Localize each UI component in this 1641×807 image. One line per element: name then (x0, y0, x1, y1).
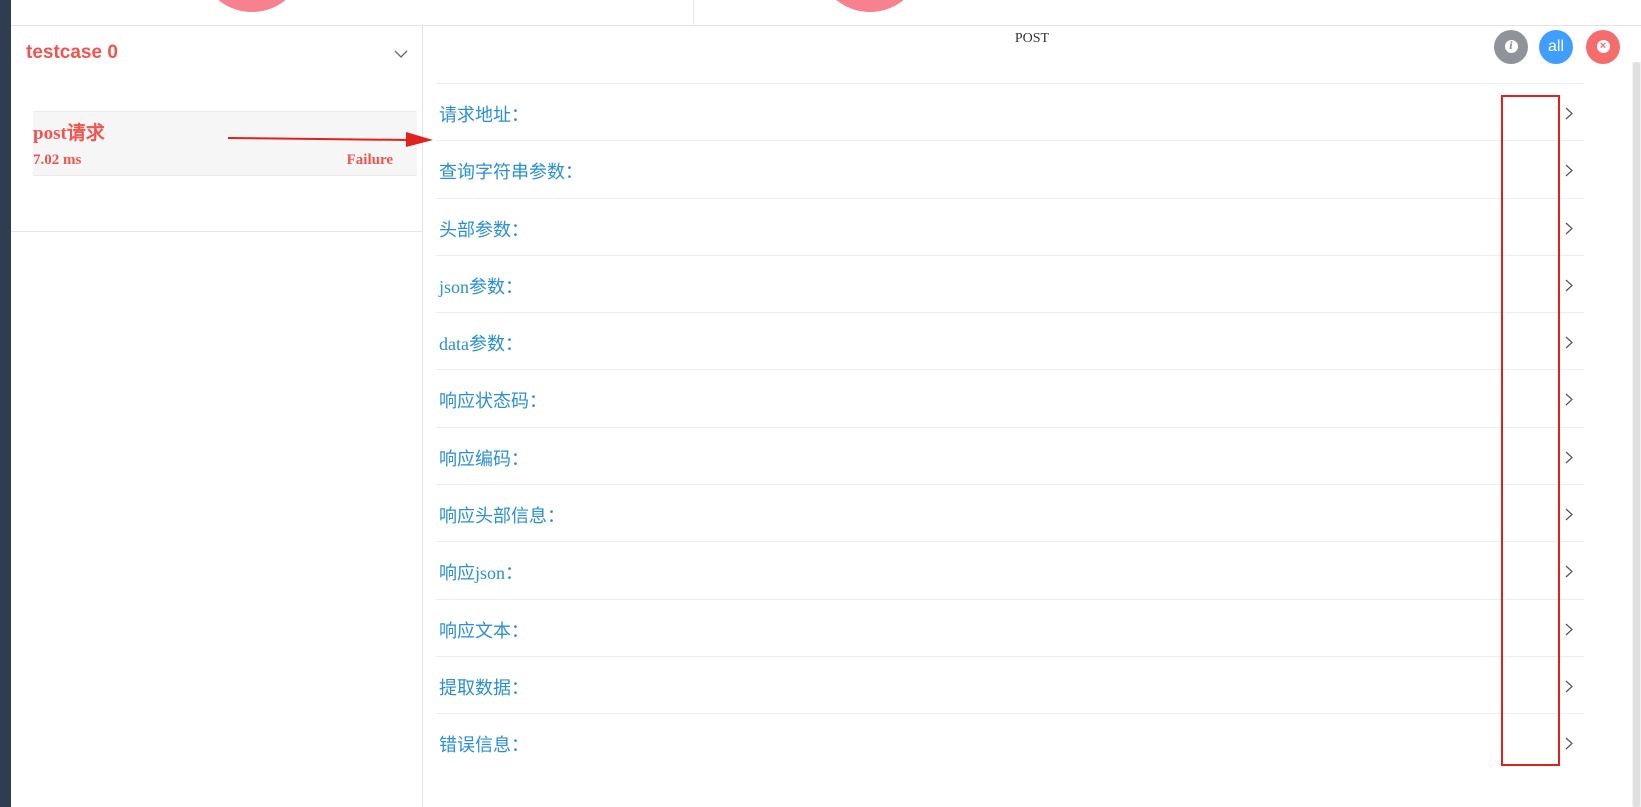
vertical-scrollbar[interactable] (1632, 62, 1641, 807)
section-label: 响应json： (439, 563, 524, 584)
section-label: 查询字符串参数： (439, 162, 583, 183)
section-data-params[interactable]: data参数： (436, 312, 1584, 369)
section-query-params[interactable]: 查询字符串参数： (436, 140, 1584, 197)
chevron-right-icon[interactable] (1565, 680, 1573, 693)
chevron-right-icon[interactable] (1565, 565, 1573, 578)
request-method: POST (1014, 31, 1050, 46)
testcase-item-name: post请求 (33, 123, 105, 144)
chevron-right-icon[interactable] (1565, 737, 1573, 750)
testcase-title: testcase 0 (26, 42, 118, 63)
section-label: json参数： (439, 276, 524, 297)
section-label: data参数： (439, 334, 523, 355)
section-label: 响应头部信息： (439, 506, 565, 527)
chevron-right-icon[interactable] (1565, 336, 1573, 349)
section-extracted-data[interactable]: 提取数据： (436, 655, 1584, 713)
testcase-item-status: Failure (346, 152, 393, 168)
info-button[interactable]: i (1494, 30, 1528, 64)
testcase-collapse-header[interactable]: testcase 0 (11, 26, 423, 88)
testcase-sidebar: testcase 0 post请求 7.02 ms Failure (11, 26, 423, 807)
section-label: 响应编码： (439, 448, 529, 469)
section-label: 提取数据： (439, 677, 529, 698)
section-request-url[interactable]: 请求地址： (436, 83, 1584, 140)
chevron-right-icon[interactable] (1565, 508, 1573, 521)
scrollbar-thumb[interactable] (1633, 62, 1640, 807)
section-response-status[interactable]: 响应状态码： (436, 369, 1584, 426)
section-label: 响应文本： (439, 620, 529, 641)
chevron-right-icon[interactable] (1565, 451, 1573, 464)
testcase-item-time: 7.02 ms (33, 152, 82, 168)
request-detail-panel: POST i all × 请求地址： 查询字符串参数： 头部参数： json参数… (423, 26, 1641, 807)
left-nav-strip (0, 0, 11, 807)
section-response-headers[interactable]: 响应头部信息： (436, 484, 1584, 541)
testcase-item[interactable]: post请求 7.02 ms Failure (33, 111, 417, 176)
close-button[interactable]: × (1586, 30, 1620, 64)
chevron-right-icon[interactable] (1565, 107, 1573, 120)
section-response-text[interactable]: 响应文本： (436, 598, 1584, 656)
close-icon: × (1596, 40, 1610, 54)
divider (693, 0, 694, 25)
section-label: 头部参数： (439, 219, 529, 240)
chevron-right-icon[interactable] (1565, 279, 1573, 292)
section-response-json[interactable]: 响应json： (436, 541, 1584, 598)
info-icon: i (1504, 40, 1518, 54)
summary-chart-band (11, 0, 1641, 26)
chevron-right-icon[interactable] (1565, 222, 1573, 235)
summary-chart-pie (199, 0, 305, 12)
show-all-button[interactable]: all (1539, 30, 1573, 64)
divider (11, 231, 423, 232)
section-header-params[interactable]: 头部参数： (436, 197, 1584, 255)
section-label: 响应状态码： (439, 391, 547, 412)
summary-chart-pie (817, 0, 923, 12)
section-label: 请求地址： (439, 105, 529, 125)
chevron-right-icon[interactable] (1565, 623, 1573, 636)
section-response-encoding[interactable]: 响应编码： (436, 426, 1584, 484)
section-label: 错误信息： (439, 735, 529, 756)
detail-section-list: 请求地址： 查询字符串参数： 头部参数： json参数： data参数： 响应状… (436, 83, 1584, 771)
chevron-right-icon[interactable] (1565, 393, 1573, 406)
section-json-params[interactable]: json参数： (436, 254, 1584, 312)
chevron-down-icon[interactable] (394, 50, 408, 59)
section-error-info[interactable]: 错误信息： (436, 713, 1584, 770)
chevron-right-icon[interactable] (1565, 164, 1573, 177)
